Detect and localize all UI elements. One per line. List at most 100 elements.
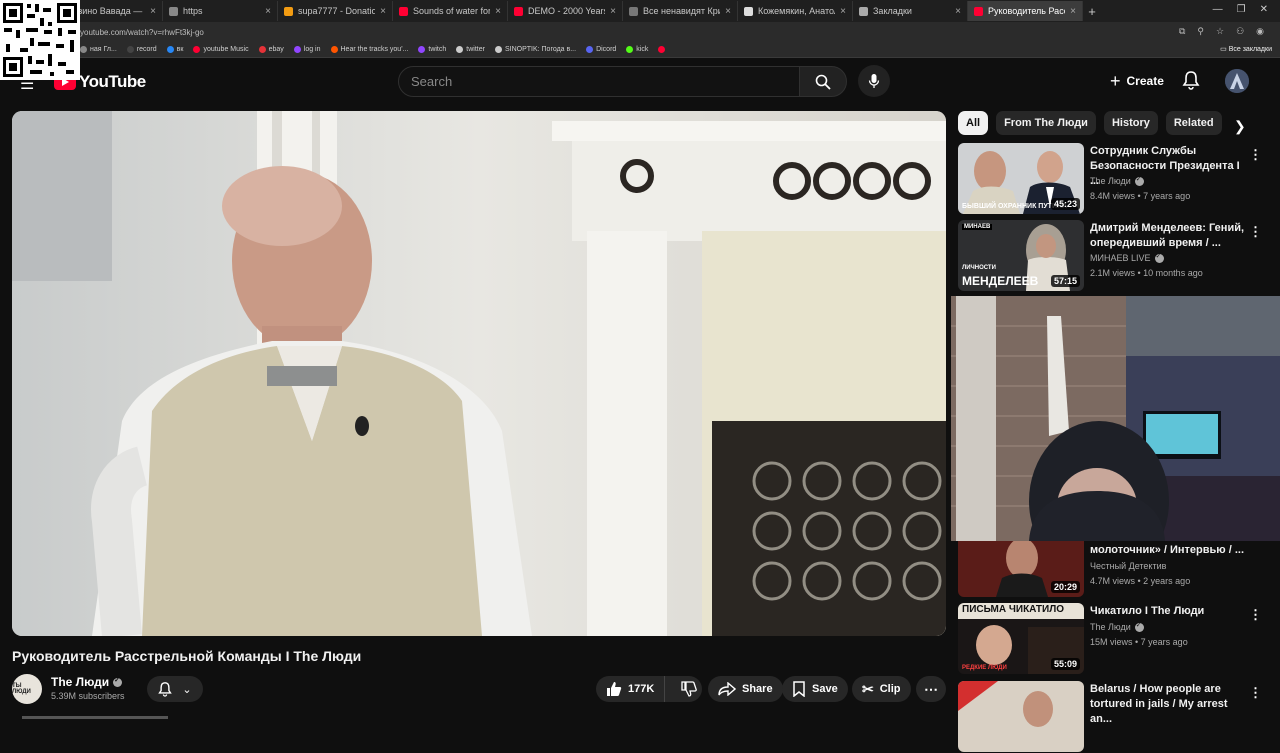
bookmark-favicon-icon <box>126 46 134 53</box>
video-progress-bar[interactable] <box>22 716 168 719</box>
all-bookmarks[interactable]: ▭ Все закладки <box>1220 45 1272 53</box>
bookmark-item[interactable]: ebay <box>258 46 284 53</box>
bookmark-item[interactable]: kick <box>626 46 648 53</box>
bookmark-star-icon[interactable]: ☆ <box>1216 26 1224 37</box>
more-vert-icon[interactable]: ⋮ <box>1249 147 1262 163</box>
browser-tab[interactable]: Закладки × <box>853 1 968 21</box>
more-actions-button[interactable]: ⋯ <box>916 676 946 702</box>
recommended-channel[interactable]: Честный Детектив <box>1090 561 1166 571</box>
more-vert-icon[interactable]: ⋮ <box>1249 685 1262 701</box>
zoom-icon[interactable]: ⚲ <box>1197 26 1204 37</box>
subscription-bell-button[interactable]: ⌄ <box>147 676 203 702</box>
recommended-channel-name[interactable]: МИНАЕВ LIVE <box>1090 253 1151 263</box>
close-tab-icon[interactable]: × <box>955 6 961 17</box>
bookmark-item[interactable] <box>658 46 668 53</box>
restore-icon[interactable]: ❐ <box>1237 4 1246 15</box>
browser-tab[interactable]: Sounds of water for the child × <box>393 1 508 21</box>
recommended-channel[interactable]: The Люди <box>1090 621 1144 632</box>
more-vert-icon[interactable]: ⋮ <box>1249 224 1262 240</box>
more-vert-icon[interactable]: ⋮ <box>1249 607 1262 623</box>
recommended-video[interactable]: МИНАЕВ ЛИЧНОСТИ МЕНДЕЛЕЕВ 57:15 Дмитрий … <box>958 220 1270 292</box>
browser-tab[interactable]: Кожемякин, Анатолий Евге × <box>738 1 853 21</box>
browser-tab[interactable]: Руководитель Расстрельной × <box>968 1 1083 21</box>
video-thumbnail[interactable]: ПИСЬМА ЧИКАТИЛО РЕДКИЕ ЛЮДИ 55:09 <box>958 603 1084 674</box>
recommended-channel[interactable]: The Люди <box>1090 175 1144 186</box>
browser-tab-strip: - играть но×Казино Вавада — Официаль×htt… <box>0 0 1280 22</box>
recommended-channel[interactable]: МИНАЕВ LIVE <box>1090 252 1164 263</box>
recommended-channel-name[interactable]: The Люди <box>1090 622 1131 632</box>
browser-tab[interactable]: https × <box>163 1 278 21</box>
bookmark-favicon-icon <box>193 46 201 53</box>
search-button[interactable] <box>799 66 847 97</box>
close-tab-icon[interactable]: × <box>725 6 731 17</box>
close-tab-icon[interactable]: × <box>265 6 271 17</box>
tab-favicon-icon <box>974 6 983 16</box>
search-input[interactable] <box>411 74 799 89</box>
clip-button[interactable]: ✂ Clip <box>852 676 911 702</box>
close-tab-icon[interactable]: × <box>1070 6 1076 17</box>
browser-tab[interactable]: supa7777 - DonationAlerts × <box>278 1 393 21</box>
bookmark-item[interactable]: ная Гл... <box>80 46 117 53</box>
video-frame <box>12 111 946 636</box>
account-avatar[interactable] <box>1225 69 1249 93</box>
close-window-icon[interactable]: ✕ <box>1260 4 1268 15</box>
open-in-app-icon[interactable]: ⧉ <box>1179 26 1185 37</box>
video-thumbnail[interactable] <box>958 681 1084 752</box>
recommended-channel-name[interactable]: The Люди <box>1090 176 1131 186</box>
chip-from-channel[interactable]: From The Люди <box>996 111 1096 135</box>
save-button[interactable]: Save <box>782 676 848 702</box>
close-tab-icon[interactable]: × <box>840 6 846 17</box>
video-thumbnail[interactable]: МИНАЕВ ЛИЧНОСТИ МЕНДЕЛЕЕВ 57:15 <box>958 220 1084 291</box>
browser-tab[interactable]: Все ненавидят Криса (1-4 се × <box>623 1 738 21</box>
address-bar[interactable]: youtube.com/watch?v=rhwFt3kj-go ⧉ ⚲ ☆ ⚇ … <box>0 22 1280 42</box>
recommended-channel-name[interactable]: Честный Детектив <box>1090 561 1166 571</box>
bookmark-item[interactable]: Dicord <box>586 46 616 53</box>
chip-related[interactable]: Related <box>1165 111 1222 135</box>
notifications-button[interactable] <box>1182 70 1200 95</box>
save-label: Save <box>812 683 838 695</box>
bookmark-item[interactable]: log in <box>293 46 321 53</box>
channel-avatar[interactable]: ТЫ ЛЮДИ <box>12 674 42 704</box>
chip-history[interactable]: History <box>1103 111 1158 135</box>
close-tab-icon[interactable]: × <box>610 6 616 17</box>
recommended-video[interactable]: ПИСЬМА ЧИКАТИЛО РЕДКИЕ ЛЮДИ 55:09 Чикати… <box>958 603 1270 675</box>
dislike-button[interactable] <box>671 681 707 697</box>
channel-name[interactable]: The Люди <box>51 675 109 689</box>
bookmark-item[interactable]: вк <box>166 46 183 53</box>
video-player[interactable] <box>12 111 946 636</box>
recommended-title[interactable]: молоточник» / Интервью / ... <box>1090 543 1250 558</box>
url-text[interactable]: youtube.com/watch?v=rhwFt3kj-go <box>80 28 204 37</box>
create-button[interactable]: + Create <box>1098 66 1176 96</box>
share-button[interactable]: Share <box>708 676 783 702</box>
channel-name-link[interactable]: The Люди <box>51 675 123 689</box>
chevron-down-icon: ⌄ <box>182 683 192 696</box>
bookmark-item[interactable]: record <box>126 46 157 53</box>
recommended-video[interactable]: БЫВШИЙ ОХРАННИК ПУТИНА 45:23 Сотрудник С… <box>958 143 1270 215</box>
video-thumbnail[interactable]: БЫВШИЙ ОХРАННИК ПУТИНА 45:23 <box>958 143 1084 214</box>
bookmark-item[interactable]: twitch <box>418 46 446 53</box>
recommended-video[interactable]: Belarus / How people are tortured in jai… <box>958 681 1270 753</box>
bookmark-item[interactable]: twitter <box>456 46 485 53</box>
voice-search-button[interactable] <box>858 65 890 97</box>
close-tab-icon[interactable]: × <box>495 6 501 17</box>
chevron-right-icon[interactable]: ❯ <box>1234 118 1246 135</box>
new-tab-icon[interactable]: + <box>1083 4 1101 19</box>
share-label: Share <box>742 683 773 695</box>
browser-tab[interactable]: DEMO - 2000 Years - Two Th × <box>508 1 623 21</box>
extension-icon[interactable]: ⚇ <box>1236 26 1244 37</box>
recommended-title[interactable]: Чикатило I The Люди <box>1090 604 1250 619</box>
recommended-title[interactable]: Дмитрий Менделеев: Гений, опередивший вр… <box>1090 221 1250 251</box>
search-box[interactable] <box>398 66 800 97</box>
close-tab-icon[interactable]: × <box>380 6 386 17</box>
bookmark-favicon-icon <box>330 46 338 53</box>
like-button[interactable]: 177K <box>596 676 666 702</box>
profile-icon[interactable]: ◉ <box>1256 26 1264 37</box>
chip-all[interactable]: All <box>958 111 989 135</box>
bookmark-item[interactable]: Hear the tracks you'... <box>330 46 408 53</box>
recommended-title[interactable]: Belarus / How people are tortured in jai… <box>1090 682 1250 727</box>
close-tab-icon[interactable]: × <box>150 6 156 17</box>
like-count: 177K <box>628 683 655 695</box>
bookmark-item[interactable]: SINOPTIK: Погода в... <box>494 46 576 53</box>
bookmark-item[interactable]: youtube Music <box>193 46 249 53</box>
minimize-icon[interactable]: — <box>1213 4 1223 15</box>
